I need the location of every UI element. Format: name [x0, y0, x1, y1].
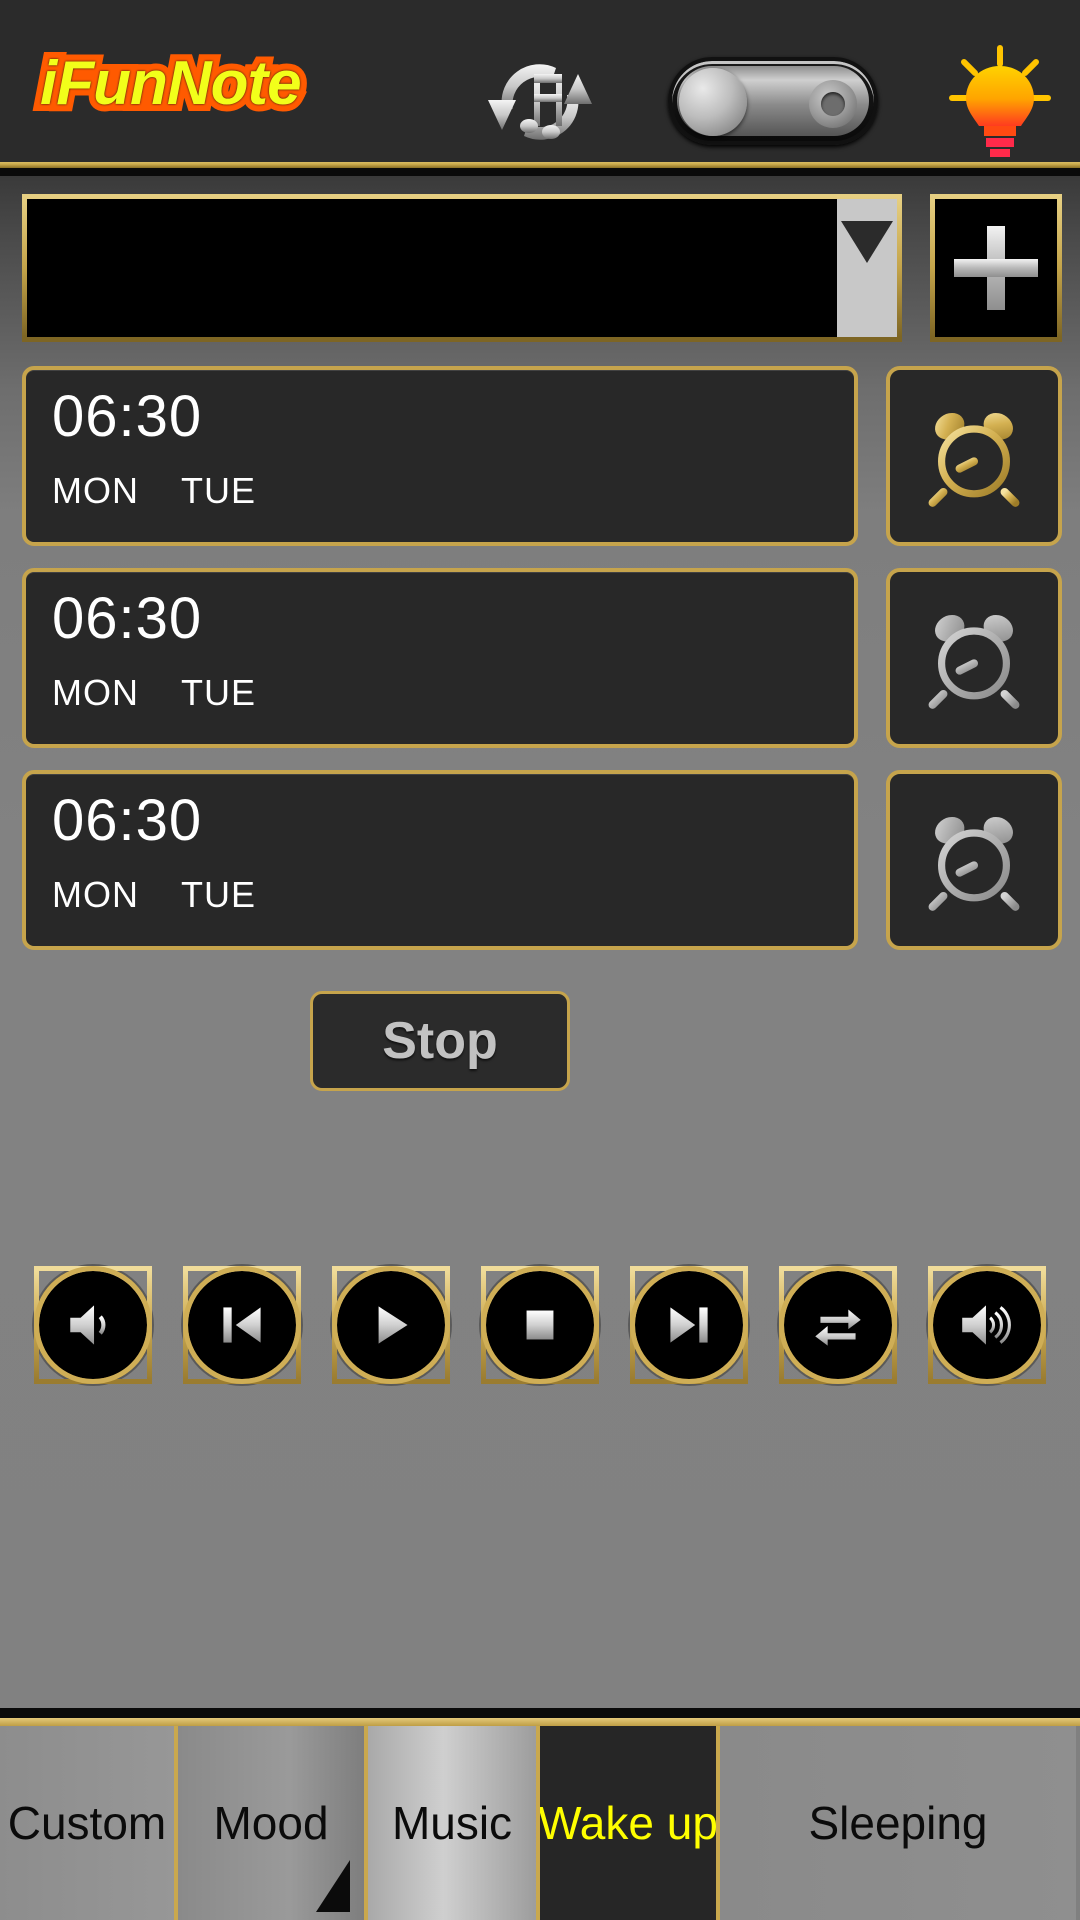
alarm-day: MON — [52, 672, 139, 713]
alarm-item-0[interactable]: 06:30 MON TUE — [22, 366, 858, 546]
stop-icon — [526, 1310, 554, 1340]
main-content: 06:30 MON TUE 06:30 MON TUE 06:30 MON TU… — [0, 176, 1080, 1708]
alarm-day: TUE — [181, 874, 256, 915]
plus-icon — [954, 226, 1038, 310]
app-logo: iFunNote — [33, 42, 309, 125]
volume-up-button[interactable] — [928, 1266, 1047, 1384]
table-row: 06:30 MON TUE — [22, 366, 1062, 546]
playlist-select-value — [27, 199, 837, 337]
tab-label: Custom — [7, 1797, 167, 1849]
tabbar-black-divider — [0, 1708, 1080, 1718]
volume-down-button[interactable] — [33, 1266, 152, 1384]
stop-button[interactable]: Stop — [310, 991, 570, 1091]
previous-track-button[interactable] — [182, 1266, 301, 1384]
tab-corner-marker-icon — [316, 1860, 350, 1912]
stop-playback-button[interactable] — [480, 1266, 599, 1384]
alarm-day: TUE — [181, 470, 256, 511]
table-row: 06:30 MON TUE — [22, 568, 1062, 748]
alarm-clock-icon — [928, 816, 1020, 911]
alarm-list: 06:30 MON TUE 06:30 MON TUE 06:30 MON TU… — [22, 366, 1062, 972]
alarm-clock-icon — [928, 412, 1020, 507]
tab-wake-up[interactable]: Wake up — [540, 1726, 720, 1920]
app-header: iFunNote — [0, 0, 1080, 162]
music-sync-icon[interactable] — [472, 46, 608, 156]
alarm-item-1[interactable]: 06:30 MON TUE — [22, 568, 858, 748]
power-toggle-switch[interactable] — [668, 57, 878, 145]
alarm-day: TUE — [181, 672, 256, 713]
previous-track-icon — [223, 1307, 261, 1343]
alarm-time: 06:30 — [52, 788, 203, 853]
chevron-down-glyph — [841, 221, 893, 263]
alarm-days: MON TUE — [52, 470, 828, 512]
alarm-enable-button-0[interactable] — [886, 366, 1062, 546]
alarm-item-2[interactable]: 06:30 MON TUE — [22, 770, 858, 950]
alarm-day: MON — [52, 874, 139, 915]
tabbar-gold-divider — [0, 1718, 1080, 1726]
header-black-divider — [0, 168, 1080, 176]
alarm-days: MON TUE — [52, 672, 828, 714]
toggle-track — [677, 66, 869, 136]
alarm-days: MON TUE — [52, 874, 828, 916]
tab-label: Sleeping — [808, 1797, 988, 1849]
alarm-day: MON — [52, 470, 139, 511]
tab-custom[interactable]: Custom — [0, 1726, 178, 1920]
toggle-knob — [679, 68, 747, 136]
alarm-time: 06:30 — [52, 586, 203, 651]
alarm-enable-button-1[interactable] — [886, 568, 1062, 748]
tab-label: Music — [391, 1797, 513, 1849]
next-track-button[interactable] — [630, 1266, 749, 1384]
play-icon — [378, 1306, 408, 1344]
tab-sleeping[interactable]: Sleeping — [720, 1726, 1076, 1920]
light-bulb-icon[interactable] — [940, 38, 1060, 158]
repeat-button[interactable] — [779, 1266, 898, 1384]
volume-up-icon — [962, 1305, 1012, 1345]
add-alarm-button[interactable] — [930, 194, 1062, 342]
bottom-tab-bar: Custom Mood Music Wake up Sleeping — [0, 1726, 1080, 1920]
volume-down-icon — [69, 1305, 105, 1345]
tab-mood[interactable]: Mood — [178, 1726, 368, 1920]
alarm-time: 06:30 — [52, 384, 203, 449]
alarm-enable-button-2[interactable] — [886, 770, 1062, 950]
next-track-icon — [670, 1307, 708, 1343]
repeat-icon — [815, 1309, 861, 1346]
play-button[interactable] — [331, 1266, 450, 1384]
tab-music[interactable]: Music — [368, 1726, 540, 1920]
playlist-selector-row — [22, 194, 1062, 342]
chevron-down-icon[interactable] — [837, 199, 897, 337]
tab-label: Mood — [213, 1797, 329, 1849]
table-row: 06:30 MON TUE — [22, 770, 1062, 950]
alarm-clock-icon — [928, 614, 1020, 709]
tab-label: Wake up — [540, 1797, 718, 1849]
toggle-socket — [809, 80, 857, 128]
media-controls-bar — [0, 1255, 1080, 1395]
playlist-select[interactable] — [22, 194, 902, 342]
